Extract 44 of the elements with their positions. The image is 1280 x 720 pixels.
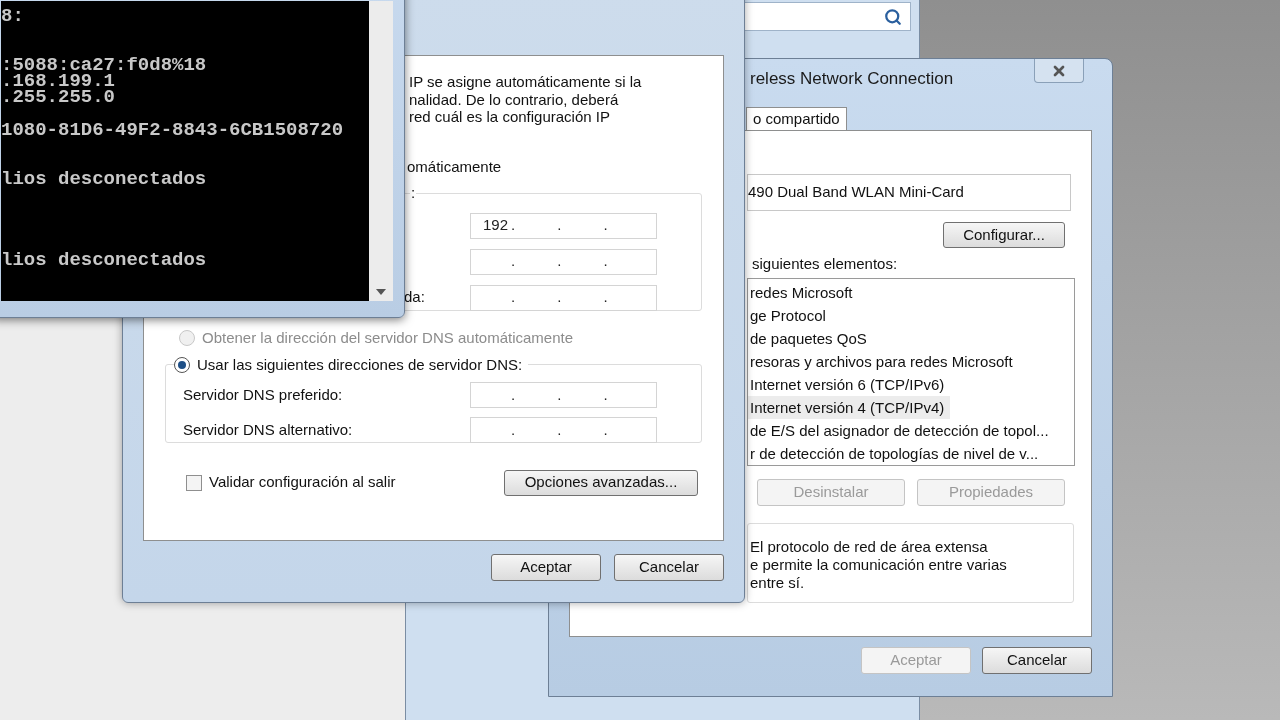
list-item[interactable]: Internet versión 6 (TCP/IPv6) — [748, 372, 951, 396]
list-item[interactable]: de paquetes QoS — [748, 326, 873, 350]
list-item[interactable]: redes Microsoft — [748, 280, 859, 304]
ip-address-field[interactable]: . . . — [470, 382, 657, 408]
console-line: 1080-81D6-49F2-8843-6CB1508720 — [1, 122, 344, 139]
dialog-button[interactable]: Configurar... — [943, 222, 1065, 248]
checkbox[interactable] — [186, 474, 202, 491]
field-label: da: — [404, 288, 425, 306]
console-line: .168.199.1 — [1, 73, 116, 90]
tab[interactable]: o compartido — [746, 107, 847, 130]
console-line: 8: — [1, 8, 24, 25]
ip-address-field[interactable]: . . . — [470, 248, 657, 275]
list-label: siguientes elementos: — [751, 254, 899, 274]
intro-text: IP se asigne automáticamente si la nalidad. De lo contrario, deberá red cuál es la configuración IP — [408, 73, 643, 126]
checkbox-label: Validar configuración al salir — [209, 472, 396, 493]
scroll-down-icon — [376, 289, 386, 295]
adapter-field: 490 Dual Band WLAN Mini-Card — [747, 174, 1071, 211]
radio-label: Usar las siguientes direcciones de servidor DNS: — [197, 354, 523, 375]
dialog-button[interactable]: Aceptar — [491, 554, 601, 581]
radio-button[interactable] — [174, 356, 190, 373]
close-button[interactable] — [1034, 59, 1084, 83]
console-line: lios desconectados — [1, 170, 207, 188]
ip-address-field[interactable]: . . . — [470, 284, 657, 311]
field-label: Servidor DNS preferido: — [183, 386, 343, 403]
console-line: lios desconectados — [1, 252, 207, 269]
console-line: :5088:ca27:f0d8%18 — [1, 56, 207, 74]
group-legend: : — [410, 182, 417, 205]
ip-address-field[interactable]: . . . — [470, 417, 657, 443]
console-line: .255.255.0 — [1, 89, 116, 106]
field-label: Servidor DNS alternativo: — [183, 421, 353, 438]
dialog-button[interactable]: Opciones avanzadas... — [504, 469, 698, 496]
scrollbar[interactable] — [369, 1, 393, 301]
radio-label: Obtener la dirección del servidor DNS automáticamente — [202, 328, 573, 348]
list-item[interactable]: r de detección de topologías de nivel de v... — [748, 441, 1045, 465]
list-item[interactable]: Internet versión 4 (TCP/IPv4) — [748, 395, 951, 419]
list-item[interactable]: resoras y archivos para redes Microsoft — [748, 349, 1019, 373]
window-title: reless Network Connection — [750, 68, 954, 90]
list-item[interactable]: ge Protocol — [748, 303, 832, 327]
dialog-button[interactable]: Cancelar — [614, 554, 724, 581]
list-item[interactable]: de E/S del asignador de detección de topol... — [748, 418, 1055, 442]
description-text: El protocolo de red de área extensa e permite la comunicación entre varias entre sí. — [749, 537, 1008, 592]
ip-address-field[interactable]: 192 . . . — [470, 212, 657, 239]
search-icon — [884, 7, 902, 26]
dialog-button[interactable]: Cancelar — [982, 647, 1092, 674]
